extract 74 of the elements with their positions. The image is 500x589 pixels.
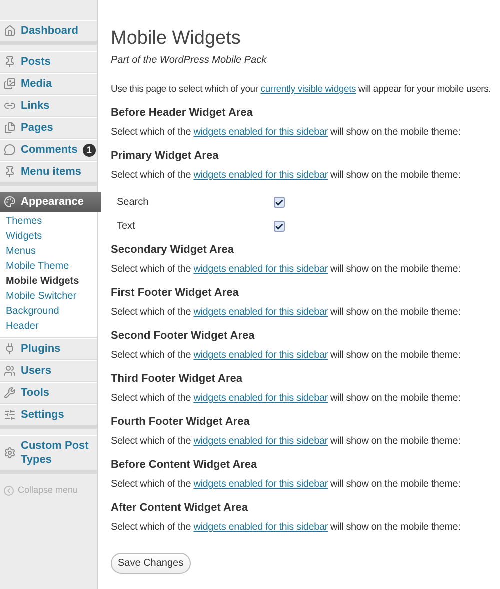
section-heading: Primary Widget Area bbox=[111, 149, 220, 163]
submenu-item[interactable]: Background bbox=[0, 305, 97, 319]
pushpin-icon bbox=[4, 166, 16, 178]
sliders-icon bbox=[4, 409, 16, 421]
section-heading: Third Footer Widget Area bbox=[111, 372, 244, 386]
submenu-item[interactable]: Mobile Switcher bbox=[0, 290, 97, 304]
palette-icon bbox=[4, 196, 16, 208]
section-heading: First Footer Widget Area bbox=[111, 286, 240, 300]
section-description: Select which of the widgets enabled for this sidebar will show on the mobile theme: bbox=[111, 306, 462, 320]
menu-item[interactable]: Users bbox=[0, 360, 97, 382]
widget-label: Search bbox=[117, 196, 150, 210]
link[interactable]: widgets enabled for this sidebar bbox=[194, 264, 328, 275]
menu-item[interactable]: Links bbox=[0, 95, 97, 117]
check-icon bbox=[275, 198, 284, 208]
menu-item[interactable]: Menu items bbox=[0, 161, 97, 183]
page-title: Mobile Widgets bbox=[111, 28, 242, 50]
check-icon bbox=[275, 222, 284, 232]
page-subtitle: Part of the WordPress Mobile Pack bbox=[111, 54, 268, 68]
pushpin-icon bbox=[4, 56, 16, 68]
submenu-item[interactable]: Header bbox=[0, 320, 97, 334]
link[interactable]: widgets enabled for this sidebar bbox=[194, 479, 328, 490]
link[interactable]: widgets enabled for this sidebar bbox=[194, 307, 328, 318]
section-description: Select which of the widgets enabled for this sidebar will show on the mobile theme: bbox=[111, 349, 462, 363]
plug-icon bbox=[4, 343, 16, 355]
wrench-icon bbox=[4, 387, 16, 399]
menu-item[interactable]: Posts bbox=[0, 51, 97, 73]
link[interactable]: widgets enabled for this sidebar bbox=[194, 393, 328, 404]
section-heading: Before Content Widget Area bbox=[111, 458, 258, 472]
submenu-item[interactable]: Menus bbox=[0, 245, 97, 259]
link[interactable]: widgets enabled for this sidebar bbox=[194, 170, 328, 181]
menu-item[interactable]: Tools bbox=[0, 382, 97, 404]
submenu-item[interactable]: Themes bbox=[0, 215, 97, 229]
house-icon bbox=[4, 25, 16, 37]
section-description: Select which of the widgets enabled for this sidebar will show on the mobile theme: bbox=[111, 392, 462, 406]
pages-icon bbox=[4, 122, 16, 134]
intro-text: Use this page to select which of your currently visible widgets will appear for your mobile users. bbox=[111, 83, 492, 97]
submenu-item[interactable]: Mobile Widgets bbox=[0, 275, 97, 289]
menu-item[interactable]: Media bbox=[0, 73, 97, 95]
menu-item[interactable]: Dashboard bbox=[0, 20, 97, 42]
menu-item[interactable]: Custom Post Types bbox=[0, 435, 97, 471]
gear-icon bbox=[4, 447, 16, 459]
submenu-item[interactable]: Mobile Theme bbox=[0, 260, 97, 274]
menu-item[interactable]: Plugins bbox=[0, 338, 97, 360]
checkbox[interactable] bbox=[274, 197, 285, 208]
section-description: Select which of the widgets enabled for this sidebar will show on the mobile theme: bbox=[111, 478, 462, 492]
save-changes-button[interactable]: Save Changes bbox=[111, 553, 191, 574]
people-icon bbox=[4, 365, 16, 377]
link[interactable]: widgets enabled for this sidebar bbox=[194, 127, 328, 138]
checkbox[interactable] bbox=[274, 221, 285, 232]
link[interactable]: widgets enabled for this sidebar bbox=[194, 522, 328, 533]
speech-bubble-icon bbox=[4, 144, 16, 156]
section-description: Select which of the widgets enabled for this sidebar will show on the mobile theme: bbox=[111, 435, 462, 449]
menu-item[interactable]: Settings bbox=[0, 404, 97, 426]
count-badge: 1 bbox=[82, 144, 96, 156]
collapse-icon bbox=[4, 486, 14, 496]
section-heading: Second Footer Widget Area bbox=[111, 329, 256, 343]
widget-label: Text bbox=[117, 220, 136, 234]
menu-item[interactable]: Pages bbox=[0, 117, 97, 139]
link[interactable]: currently visible widgets bbox=[260, 84, 356, 95]
section-heading: Secondary Widget Area bbox=[111, 243, 235, 257]
menu-item[interactable]: Appearance bbox=[0, 192, 101, 212]
section-description: Select which of the widgets enabled for this sidebar will show on the mobile theme: bbox=[111, 521, 462, 535]
link[interactable]: widgets enabled for this sidebar bbox=[194, 436, 328, 447]
submenu-item[interactable]: Widgets bbox=[0, 230, 97, 244]
section-description: Select which of the widgets enabled for this sidebar will show on the mobile theme: bbox=[111, 263, 462, 277]
link[interactable]: widgets enabled for this sidebar bbox=[194, 350, 328, 361]
section-description: Select which of the widgets enabled for this sidebar will show on the mobile theme: bbox=[111, 126, 462, 140]
chain-link-icon bbox=[4, 100, 16, 112]
menu-item[interactable]: Comments 1 bbox=[0, 139, 97, 161]
section-heading: Fourth Footer Widget Area bbox=[111, 415, 251, 429]
section-description: Select which of the widgets enabled for this sidebar will show on the mobile theme: bbox=[111, 169, 462, 183]
section-heading: Before Header Widget Area bbox=[111, 106, 254, 120]
section-heading: After Content Widget Area bbox=[111, 501, 249, 515]
images-icon bbox=[4, 78, 16, 90]
